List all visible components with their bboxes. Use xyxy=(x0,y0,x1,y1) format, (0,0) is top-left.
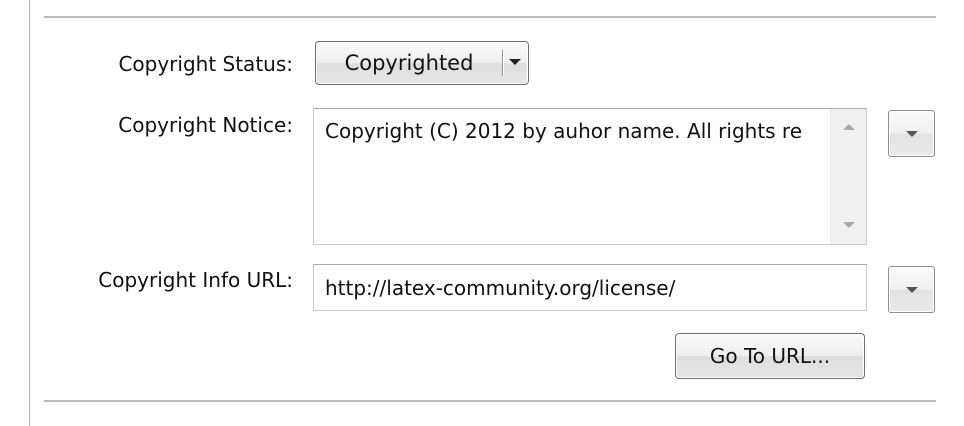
copyright-notice-menu-button[interactable] xyxy=(888,110,935,157)
dropdown-separator xyxy=(502,50,503,76)
copyright-status-dropdown[interactable]: Copyrighted xyxy=(315,41,529,85)
panel-left-border xyxy=(29,0,30,426)
copyright-notice-textarea[interactable]: Copyright (C) 2012 by auhor name. All ri… xyxy=(313,108,867,245)
copyright-status-value: Copyrighted xyxy=(344,51,474,75)
top-divider xyxy=(44,16,936,18)
chevron-down-icon xyxy=(906,287,918,293)
copyright-notice-text[interactable]: Copyright (C) 2012 by auhor name. All ri… xyxy=(325,118,830,144)
chevron-down-icon[interactable] xyxy=(509,59,521,65)
copyright-info-url-input[interactable] xyxy=(313,264,867,311)
copyright-status-label: Copyright Status: xyxy=(118,52,293,76)
copyright-url-menu-button[interactable] xyxy=(888,266,935,313)
copyright-info-url-label: Copyright Info URL: xyxy=(98,268,293,292)
scroll-up-arrow-icon[interactable] xyxy=(843,124,855,130)
notice-scrollbar[interactable] xyxy=(830,109,866,244)
chevron-down-icon xyxy=(906,131,918,137)
go-to-url-button[interactable]: Go To URL... xyxy=(675,333,865,379)
copyright-notice-label: Copyright Notice: xyxy=(118,113,293,137)
bottom-divider xyxy=(44,400,936,402)
scroll-down-arrow-icon[interactable] xyxy=(843,222,855,228)
copyright-panel: Copyright Status: Copyrighted Copyright … xyxy=(0,0,964,426)
